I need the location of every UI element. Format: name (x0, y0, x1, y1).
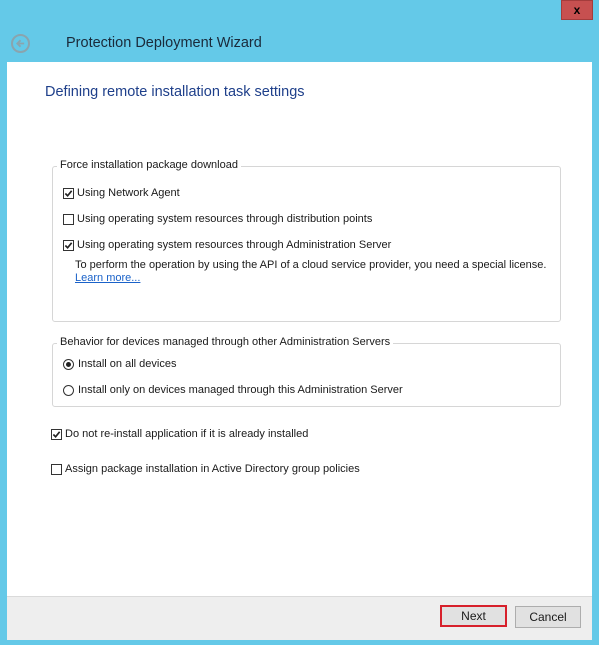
option-label: Install only on devices managed through … (78, 384, 403, 396)
radio-install-all[interactable]: Install on all devices (63, 358, 176, 370)
page-heading: Defining remote installation task settin… (45, 84, 305, 100)
checkbox[interactable] (63, 239, 74, 251)
option-network-agent[interactable]: Using Network Agent (63, 187, 180, 199)
radio-selected-dot (66, 361, 71, 367)
option-distribution-points[interactable]: Using operating system resources through… (63, 213, 372, 225)
checkbox[interactable] (63, 213, 74, 225)
option-label: Using operating system resources through… (77, 213, 373, 225)
close-button[interactable]: x (561, 0, 593, 20)
force-download-legend: Force installation package download (57, 159, 241, 171)
option-no-reinstall[interactable]: Do not re-install application if it is a… (51, 428, 308, 440)
next-button[interactable]: Next (440, 605, 507, 627)
radio-install-managed-only[interactable]: Install only on devices managed through … (63, 384, 403, 396)
wizard-content (7, 62, 592, 596)
radio-button[interactable] (63, 384, 74, 396)
license-note: To perform the operation by using the AP… (75, 259, 547, 271)
option-ad-group-policies[interactable]: Assign package installation in Active Di… (51, 463, 360, 475)
checkmark-icon (64, 241, 73, 249)
cancel-button[interactable]: Cancel (515, 606, 581, 628)
option-administration-server[interactable]: Using operating system resources through… (63, 239, 391, 251)
behavior-group: Behavior for devices managed through oth… (52, 336, 561, 407)
radio-button[interactable] (63, 358, 74, 370)
checkbox[interactable] (51, 428, 62, 440)
back-arrow-icon (15, 39, 25, 48)
behavior-legend: Behavior for devices managed through oth… (57, 336, 394, 348)
checkmark-icon (52, 430, 61, 438)
checkbox[interactable] (51, 463, 62, 475)
option-label: Do not re-install application if it is a… (65, 428, 309, 440)
back-button[interactable] (11, 34, 30, 53)
option-label: Assign package installation in Active Di… (65, 463, 360, 475)
learn-more-link[interactable]: Learn more... (75, 272, 140, 284)
option-label: Install on all devices (78, 358, 177, 370)
option-label: Using Network Agent (77, 187, 180, 199)
option-label: Using operating system resources through… (77, 239, 392, 251)
checkbox[interactable] (63, 187, 74, 199)
close-icon: x (573, 3, 581, 17)
window-title: Protection Deployment Wizard (66, 35, 262, 51)
checkmark-icon (64, 189, 73, 197)
